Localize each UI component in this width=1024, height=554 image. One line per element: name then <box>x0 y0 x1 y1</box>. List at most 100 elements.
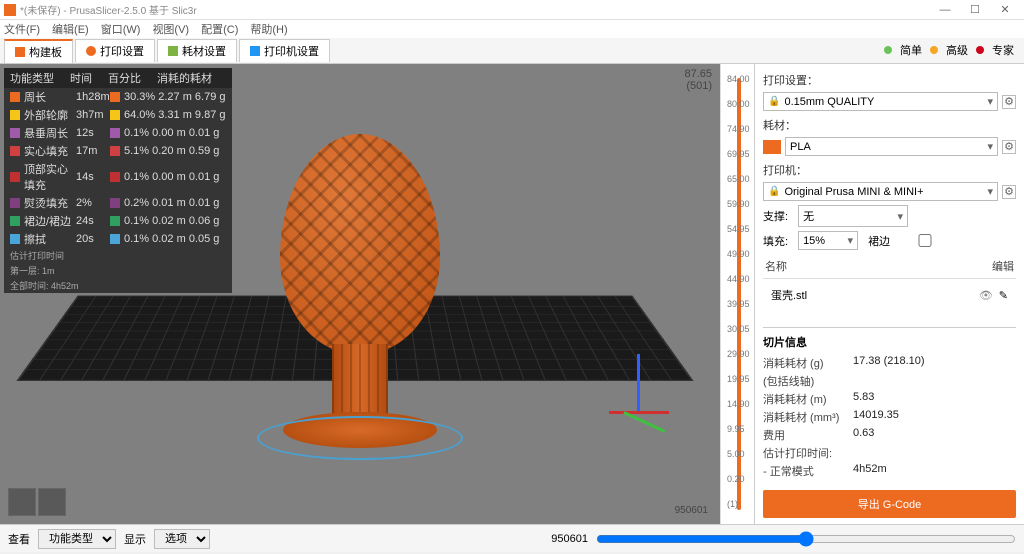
tab-filament-label: 耗材设置 <box>182 43 226 59</box>
view-select[interactable]: 功能类型 <box>38 529 116 549</box>
view-label: 查看 <box>8 531 30 547</box>
slice-info: 切片信息 消耗耗材 (g)17.38 (218.10)(包括线轴)消耗耗材 (m… <box>763 327 1016 480</box>
menu-window[interactable]: 窗口(W) <box>101 21 141 37</box>
filament-color-swatch[interactable] <box>763 140 781 154</box>
mode-expert-dot[interactable] <box>976 46 984 54</box>
slice-info-title: 切片信息 <box>763 334 1016 350</box>
edit-icon[interactable]: ✎ <box>999 289 1008 302</box>
slider-tick: (1) <box>727 499 738 509</box>
axis-gizmo[interactable] <box>609 354 640 414</box>
mode-simple-label[interactable]: 简单 <box>900 42 922 58</box>
printer-value: Original Prusa MINI & MINI+ <box>784 186 923 198</box>
print-preset-gear[interactable]: ⚙ <box>1002 95 1016 109</box>
chevron-down-icon: ▾ <box>898 210 904 223</box>
view-layers-button[interactable] <box>38 488 66 516</box>
legend-row[interactable]: 实心填充17m5.1% 0.20 m 0.59 g <box>4 142 232 160</box>
info-row: 消耗耗材 (m)5.83 <box>763 390 1016 408</box>
infill-combo[interactable]: 15%▾ <box>798 231 858 250</box>
menu-help[interactable]: 帮助(H) <box>250 21 287 37</box>
infill-label: 填充: <box>763 233 788 249</box>
layer-slider[interactable]: 84.0080.0074.9069.9565.0059.9054.9549.90… <box>720 64 754 524</box>
print-settings-icon <box>86 46 96 56</box>
lock-icon: 🔒 <box>768 186 780 197</box>
slider-tick: 74.90 <box>727 124 750 134</box>
info-row: 费用0.63 <box>763 426 1016 444</box>
show-select[interactable]: 选项 <box>154 529 210 549</box>
slider-tick: 54.95 <box>727 224 750 234</box>
brim-label: 裙边 <box>868 233 890 249</box>
info-row: 消耗耗材 (g)17.38 (218.10) <box>763 354 1016 372</box>
chevron-down-icon: ▾ <box>987 140 993 153</box>
mode-advanced-dot[interactable] <box>930 46 938 54</box>
tab-print-settings[interactable]: 打印设置 <box>75 39 155 62</box>
close-icon[interactable]: ✕ <box>990 3 1020 16</box>
tab-plater[interactable]: 构建板 <box>4 39 73 63</box>
3d-viewport[interactable]: 功能类型时间百分比消耗的耗材 周长1h28m30.3% 2.27 m 6.79 … <box>0 64 720 524</box>
info-row: (包括线轴) <box>763 372 1016 390</box>
minimize-icon[interactable]: — <box>930 4 960 16</box>
brim-checkbox[interactable] <box>900 234 950 247</box>
legend-row[interactable]: 熨烫填充2%0.2% 0.01 m 0.01 g <box>4 194 232 212</box>
filament-gear[interactable]: ⚙ <box>1002 140 1016 154</box>
objlist-h-edit: 编辑 <box>992 258 1014 274</box>
printer-label: 打印机： <box>763 162 1016 178</box>
printer-combo[interactable]: 🔒 Original Prusa MINI & MINI+ ▾ <box>763 182 998 201</box>
view-iso-button[interactable] <box>8 488 36 516</box>
slider-tick: 49.90 <box>727 249 750 259</box>
menu-file[interactable]: 文件(F) <box>4 21 40 37</box>
chevron-down-icon: ▾ <box>987 95 993 108</box>
legend-row[interactable]: 裙边/裙边24s0.1% 0.02 m 0.06 g <box>4 212 232 230</box>
tab-filament-settings[interactable]: 耗材设置 <box>157 39 237 62</box>
support-combo[interactable]: 无▾ <box>798 205 908 227</box>
show-label: 显示 <box>124 531 146 547</box>
legend-panel: 功能类型时间百分比消耗的耗材 周长1h28m30.3% 2.27 m 6.79 … <box>4 68 232 293</box>
menu-edit[interactable]: 编辑(E) <box>52 21 89 37</box>
legend-row[interactable]: 外部轮廓3h7m64.0% 3.31 m 9.87 g <box>4 106 232 124</box>
support-label: 支撑: <box>763 208 788 224</box>
slider-tick: 19.95 <box>727 374 750 384</box>
print-preset-value: 0.15mm QUALITY <box>784 96 874 108</box>
legend-h2: 时间 <box>70 70 92 86</box>
legend-row[interactable]: 周长1h28m30.3% 2.27 m 6.79 g <box>4 88 232 106</box>
filament-combo[interactable]: PLA▾ <box>785 137 998 156</box>
mode-simple-dot[interactable] <box>884 46 892 54</box>
menu-bar: 文件(F) 编辑(E) 窗口(W) 视图(V) 配置(C) 帮助(H) <box>0 20 1024 38</box>
legend-row[interactable]: 悬垂周长12s0.1% 0.00 m 0.01 g <box>4 124 232 142</box>
printer-gear[interactable]: ⚙ <box>1002 185 1016 199</box>
horizontal-slider[interactable] <box>596 528 1016 550</box>
eye-icon[interactable]: 👁 <box>979 289 993 302</box>
slider-tick: 69.95 <box>727 149 750 159</box>
chevron-down-icon: ▾ <box>987 185 993 198</box>
maximize-icon[interactable]: ☐ <box>960 3 990 16</box>
slider-tick: 59.90 <box>727 199 750 209</box>
side-panel: 打印设置： 🔒0.15mm QUALITY▾ ⚙ 耗材： PLA▾ ⚙ 打印机：… <box>754 64 1024 524</box>
object-list-item[interactable]: 蛋壳.stl 👁 ✎ <box>763 283 1016 307</box>
slider-tick: 84.00 <box>727 74 750 84</box>
print-preset-combo[interactable]: 🔒 0.15mm QUALITY ▾ <box>763 92 998 111</box>
lock-icon: 🔒 <box>768 96 780 107</box>
tab-printer-settings[interactable]: 打印机设置 <box>239 39 330 62</box>
tab-print-label: 打印设置 <box>100 43 144 59</box>
menu-view[interactable]: 视图(V) <box>152 21 189 37</box>
slider-tick: 44.90 <box>727 274 750 284</box>
legend-h3: 百分比 <box>108 70 141 86</box>
printer-settings-icon <box>250 46 260 56</box>
legend-footer1: 估计打印时间 <box>4 248 232 263</box>
3d-model[interactable] <box>265 134 455 449</box>
export-gcode-button[interactable]: 导出 G-Code <box>763 490 1016 518</box>
horiz-coord: 950601 <box>675 505 708 516</box>
app-logo <box>4 4 16 16</box>
info-row: 消耗耗材 (mm³)14019.35 <box>763 408 1016 426</box>
mode-advanced-label[interactable]: 高级 <box>946 42 968 58</box>
legend-row[interactable]: 顶部实心填充14s0.1% 0.00 m 0.01 g <box>4 160 232 194</box>
slider-tick: 65.00 <box>727 174 750 184</box>
objlist-h-name: 名称 <box>765 258 992 274</box>
plater-icon <box>15 47 25 57</box>
menu-config[interactable]: 配置(C) <box>201 21 238 37</box>
bottom-coord: 950601 <box>551 533 588 545</box>
legend-row[interactable]: 擦拭20s0.1% 0.02 m 0.05 g <box>4 230 232 248</box>
slider-tick: 9.95 <box>727 424 745 434</box>
info-row: 估计打印时间: <box>763 444 1016 462</box>
slider-tick: 0.20 <box>727 474 745 484</box>
mode-expert-label[interactable]: 专家 <box>992 42 1014 58</box>
